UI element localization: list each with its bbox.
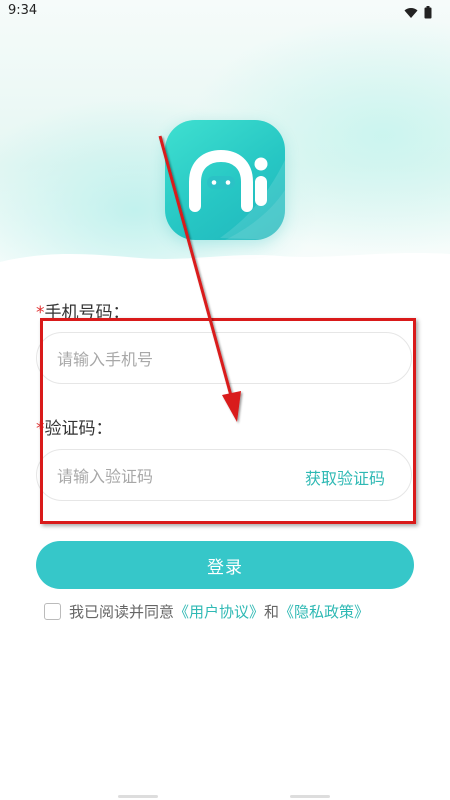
nav-bar-indicator xyxy=(290,795,330,798)
login-button[interactable]: 登录 xyxy=(36,541,414,589)
status-time: 9:34 xyxy=(8,3,38,18)
status-bar: 9:34 xyxy=(0,0,450,22)
agreement-row: 我已阅读并同意 《用户协议》 和 《隐私政策》 xyxy=(44,601,369,622)
privacy-policy-link[interactable]: 《隐私政策》 xyxy=(279,601,369,622)
user-agreement-link[interactable]: 《用户协议》 xyxy=(174,601,264,622)
agreement-checkbox[interactable] xyxy=(44,603,61,620)
agreement-text: 我已阅读并同意 xyxy=(69,603,175,621)
battery-icon xyxy=(424,4,432,23)
app-logo xyxy=(165,120,285,240)
agreement-and: 和 xyxy=(264,603,280,621)
annotation-highlight-box xyxy=(40,318,416,524)
nav-bar-indicator xyxy=(118,795,158,798)
wifi-icon xyxy=(404,4,418,23)
